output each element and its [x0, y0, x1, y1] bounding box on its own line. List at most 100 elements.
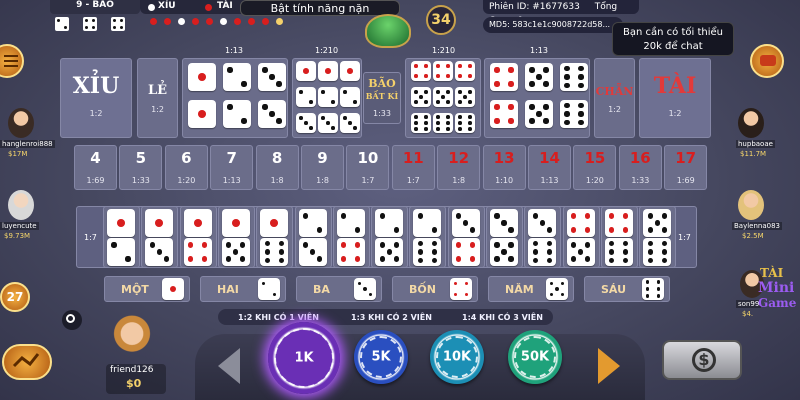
die-face-4: [336, 238, 365, 266]
single-label: BỐN: [409, 283, 436, 296]
chip-5k[interactable]: 5K: [354, 330, 408, 384]
die-face-6: [433, 113, 453, 133]
bet-sum-15[interactable]: 15 1:20: [573, 145, 617, 190]
squeeze-feature-tooltip[interactable]: Bật tính năng nặn: [240, 0, 400, 16]
die-face-2: [107, 238, 135, 266]
dice-bowl-icon[interactable]: [365, 14, 411, 48]
tai-odds: 1:2: [668, 109, 682, 118]
die-face-1: [183, 209, 212, 237]
player-avatar[interactable]: [8, 108, 34, 138]
bet-sum-16[interactable]: 16 1:33: [618, 145, 662, 190]
online-players-button[interactable]: 27: [0, 282, 30, 312]
sum-number: 7: [226, 149, 237, 167]
bet-sum-17[interactable]: 17 1:69: [664, 145, 708, 190]
tai-mini-game-logo[interactable]: TÀI Mini Game: [754, 266, 800, 316]
trend-chart-icon: [12, 353, 40, 368]
menu-icon: [4, 55, 18, 57]
player-amount: $2.5M: [742, 232, 764, 240]
bao-line2: BẤT KÌ: [365, 91, 399, 101]
player-name: luyencute: [0, 222, 39, 230]
menu-button[interactable]: [0, 44, 24, 78]
bet-sum-7[interactable]: 7 1:13: [210, 145, 254, 190]
bet-sum-12[interactable]: 12 1:8: [437, 145, 481, 190]
sum-number: 15: [584, 149, 606, 167]
die-face-4: [604, 209, 633, 237]
bet-sum-11[interactable]: 11 1:7: [391, 145, 435, 190]
player-avatar[interactable]: [738, 190, 764, 220]
history-dot: [248, 18, 255, 25]
game-stage: 9 - BÃO XỈU TÀI Bật tính năng nặn 34 Phi…: [0, 0, 800, 400]
bet-tai[interactable]: TÀI 1:2: [639, 58, 711, 138]
die-face-6: [642, 278, 664, 300]
chip-50k[interactable]: 50K: [508, 330, 562, 384]
chan-odds: 1:2: [608, 105, 621, 114]
history-dot: [234, 18, 241, 25]
chip-bar: [195, 334, 645, 400]
die-face-3: [354, 278, 376, 300]
history-dot: [262, 18, 269, 25]
single-label: NĂM: [505, 283, 534, 296]
die-face-4: [455, 61, 475, 81]
player-amount: $17M: [8, 150, 28, 158]
die-face-1: [188, 100, 216, 128]
bet-sum-4[interactable]: 4 1:69: [74, 145, 117, 190]
tai-legend: TÀI: [217, 1, 233, 11]
prev-chips-button[interactable]: [218, 348, 240, 384]
player-avatar[interactable]: [738, 108, 764, 138]
die-face-3: [258, 63, 286, 91]
bao-line1: BÃO: [368, 77, 396, 90]
chip-label: 50K: [520, 349, 550, 365]
sum-odds: 1:13: [540, 176, 559, 185]
die-face-2: [223, 100, 251, 128]
die-face-4: [490, 63, 518, 91]
bet-sum-14[interactable]: 14 1:13: [528, 145, 571, 190]
double-left-odds: 1:13: [225, 46, 243, 55]
bao-odds: 1:33: [373, 109, 391, 118]
session-id: Phiên ID: #1677633: [489, 2, 580, 12]
rebet-dollar-icon: $: [692, 348, 716, 372]
bet-sum-5[interactable]: 5 1:33: [119, 145, 163, 190]
bet-bao-bat-ki[interactable]: BÃO BẤT KÌ 1:33: [363, 72, 401, 124]
sum-odds: 1:8: [452, 176, 466, 185]
die-face-4: [566, 209, 595, 237]
next-chips-button[interactable]: [598, 348, 620, 384]
single-label: MỘT: [121, 283, 149, 296]
search-icon: [66, 314, 75, 323]
sum-number: 11: [402, 149, 424, 167]
chat-bubble-icon: [760, 55, 776, 66]
stats-button[interactable]: [2, 344, 52, 380]
sum-number: 4: [90, 149, 101, 167]
rebet-button[interactable]: $: [662, 340, 742, 380]
die-face-3: [296, 113, 316, 133]
bet-le[interactable]: LẺ 1:2: [137, 58, 178, 138]
bet-chan[interactable]: CHẴN 1:2: [594, 58, 635, 138]
bet-sum-6[interactable]: 6 1:20: [164, 145, 208, 190]
history-dot: [220, 18, 227, 25]
xiu-odds: 1:2: [89, 109, 103, 118]
chat-button[interactable]: [750, 44, 784, 78]
sum-odds: 1:20: [585, 176, 604, 185]
player-amount: $4.: [742, 310, 754, 318]
bet-sum-8[interactable]: 8 1:8: [255, 145, 299, 190]
history-dot: [206, 18, 213, 25]
die-face-5: [525, 63, 553, 91]
last-result-dice: [55, 17, 135, 35]
single-label: HAI: [217, 283, 239, 296]
die-face-1: [107, 209, 135, 237]
bet-sum-10[interactable]: 10 1:7: [346, 145, 390, 190]
single-label: BA: [313, 283, 330, 296]
single-odds-3: 1:4 KHI CÓ 3 VIÊN: [462, 313, 543, 322]
md5-hash[interactable]: MD5: 583c1e1c9008722d58...: [483, 17, 623, 33]
die-face-5: [375, 238, 404, 266]
my-avatar[interactable]: [110, 312, 154, 366]
die-face-3: [451, 209, 480, 237]
bet-sum-9[interactable]: 9 1:8: [301, 145, 344, 190]
bet-xiu[interactable]: XỈU 1:2: [60, 58, 132, 138]
my-name: friend126: [110, 365, 154, 375]
chip-1k[interactable]: 1K: [268, 322, 340, 394]
chip-10k[interactable]: 10K: [430, 330, 484, 384]
zoom-button[interactable]: [62, 310, 82, 330]
bet-sum-13[interactable]: 13 1:10: [482, 145, 526, 190]
chat-requirement-tooltip: Bạn cần có tối thiểu 20k để chat: [612, 22, 734, 56]
player-avatar[interactable]: [8, 190, 34, 220]
